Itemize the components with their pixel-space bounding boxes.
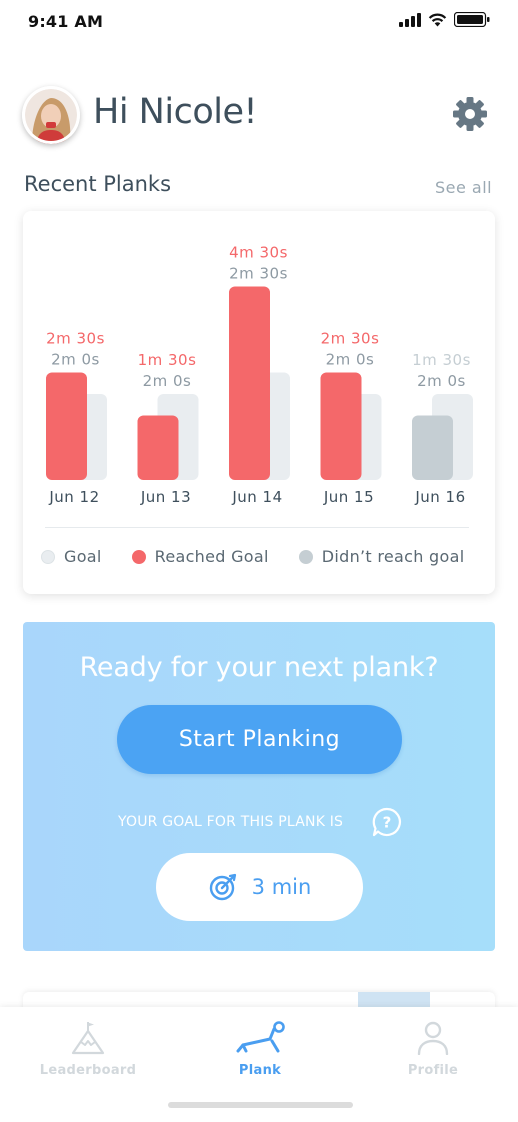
legend-missed-label: Didn’t reach goal <box>321 547 465 566</box>
plank-time-label: 1m 30s <box>412 351 471 369</box>
tab-plank-label: Plank <box>238 1063 282 1078</box>
chart-legend: Goal Reached Goal Didn’t reach goal <box>41 547 464 566</box>
category-label: Jun 13 <box>140 488 191 506</box>
legend-goal-swatch <box>41 549 55 564</box>
legend-goal: Goal <box>41 547 102 566</box>
gear-icon <box>453 97 487 131</box>
wifi-icon <box>428 13 447 26</box>
plank-bar <box>46 372 87 480</box>
legend-missed-swatch <box>298 549 313 564</box>
panel-title: Ready for your next plank? <box>79 652 439 683</box>
plank-bar <box>229 286 270 480</box>
tab-plank[interactable]: Plank <box>190 1021 330 1078</box>
category-label: Jun 16 <box>414 488 465 506</box>
goal-caption: YOUR GOAL FOR THIS PLANK IS <box>118 814 344 830</box>
category-label: Jun 12 <box>48 488 99 506</box>
status-icons <box>399 12 490 27</box>
legend-missed: Didn’t reach goal <box>298 547 465 566</box>
plank-time-label: 1m 30s <box>138 351 197 369</box>
legend-goal-label: Goal <box>64 547 102 566</box>
start-planking-button[interactable]: Start Planking <box>117 705 402 774</box>
avatar-image <box>22 86 80 144</box>
greeting-title: Hi Nicole! <box>93 92 258 132</box>
svg-text:?: ? <box>383 814 392 832</box>
legend-reached-swatch <box>131 549 146 564</box>
goal-value: 3 min <box>251 875 312 899</box>
tab-profile-label: Profile <box>407 1063 459 1078</box>
plank-time-label: 2m 30s <box>46 329 105 347</box>
plank-bar <box>412 415 453 480</box>
signal-icon <box>399 12 421 27</box>
mountain-flag-icon <box>71 1022 105 1055</box>
plank-time-label: 2m 30s <box>321 329 380 347</box>
see-all-link[interactable]: See all <box>435 178 492 197</box>
goal-duration-pill[interactable]: 3 min <box>156 853 363 921</box>
target-icon <box>209 873 236 901</box>
avatar[interactable] <box>22 86 80 144</box>
plank-bar <box>137 415 179 480</box>
goal-time-label: 2m 30s <box>229 264 288 282</box>
recent-planks-title: Recent Planks <box>24 172 172 196</box>
category-label: Jun 14 <box>231 488 282 506</box>
plank-icon <box>236 1021 285 1053</box>
plank-bar <box>320 372 362 480</box>
settings-button[interactable] <box>452 96 488 132</box>
status-time: 9:41 AM <box>28 12 104 31</box>
goal-time-label: 2m 0s <box>51 350 100 368</box>
question-bubble-icon: ? <box>372 807 401 837</box>
tab-leaderboard-label: Leaderboard <box>39 1063 137 1078</box>
goal-time-label: 2m 0s <box>417 372 466 390</box>
person-icon <box>417 1021 449 1055</box>
recent-planks-card: 2m 30s 2m 0s Jun 12 1m 30s 2m 0s Jun 13 4m 30s… <box>23 211 495 594</box>
tab-profile[interactable]: Profile <box>363 1021 503 1078</box>
divider <box>45 527 469 528</box>
plank-time-label: 4m 30s <box>229 243 288 261</box>
legend-reached: Reached Goal <box>131 547 269 566</box>
category-label: Jun 15 <box>323 488 374 506</box>
help-button[interactable]: ? <box>372 807 402 837</box>
tab-leaderboard[interactable]: Leaderboard <box>18 1021 158 1078</box>
plank-bar-chart: 2m 30s 2m 0s Jun 12 1m 30s 2m 0s Jun 13 4m 30s… <box>46 243 473 506</box>
battery-icon <box>454 12 490 27</box>
legend-reached-label: Reached Goal <box>154 547 269 566</box>
goal-time-label: 2m 0s <box>326 350 375 368</box>
goal-time-label: 2m 0s <box>143 372 192 390</box>
next-plank-panel: Ready for your next plank? Start Plankin… <box>23 622 495 951</box>
home-indicator <box>168 1102 353 1108</box>
